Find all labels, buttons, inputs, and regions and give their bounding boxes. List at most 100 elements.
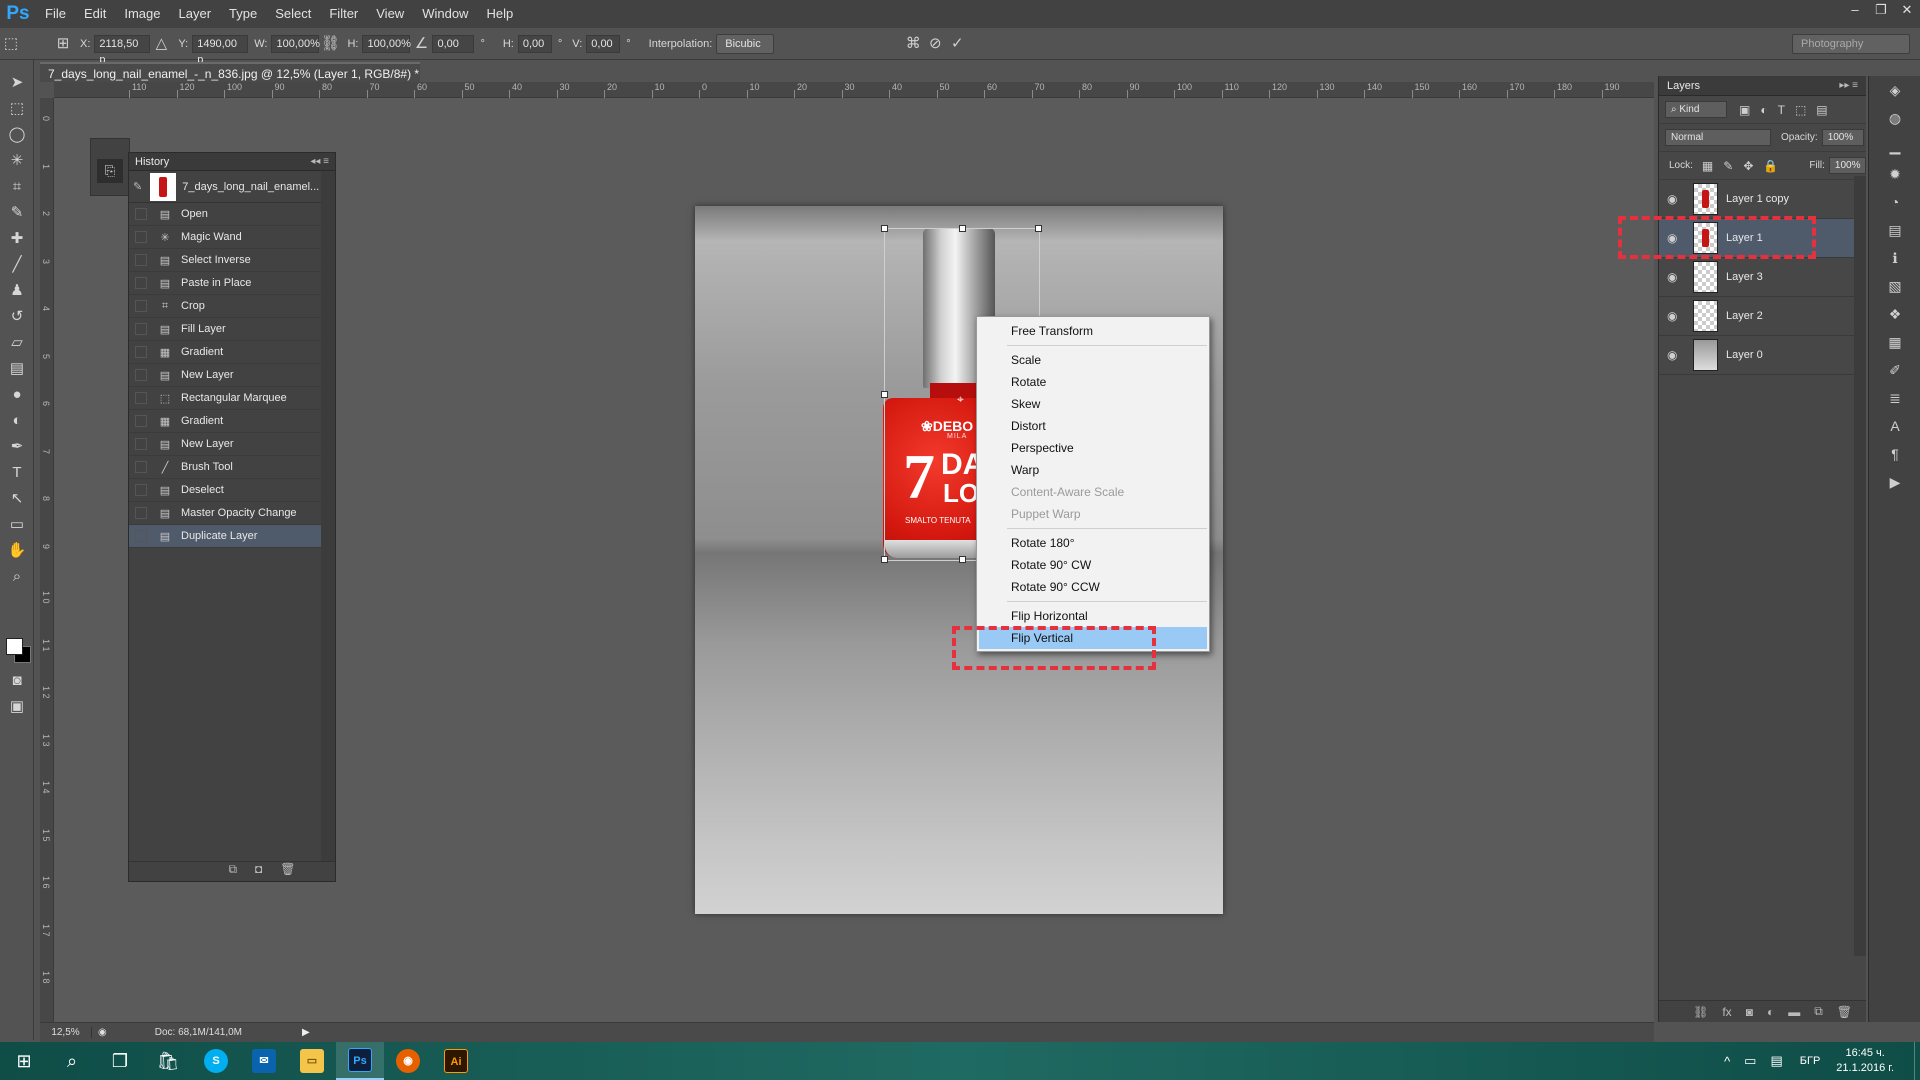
menu-item-warp[interactable]: Warp — [977, 459, 1209, 481]
y-field[interactable]: 1490,00 p — [192, 34, 249, 66]
history-state-row[interactable]: ╱ Brush Tool — [129, 456, 335, 479]
history-state-row[interactable]: ▤ Master Opacity Change — [129, 502, 335, 525]
layer-row[interactable]: ◉ Layer 0 — [1659, 336, 1866, 375]
filter-kind-select[interactable]: ⌕ Kind — [1665, 101, 1727, 118]
new-document-from-state-icon[interactable]: ⧉ — [228, 862, 237, 881]
store-icon[interactable]: 🛍 — [144, 1042, 192, 1080]
menu-select[interactable]: Select — [266, 0, 320, 28]
history-source-checkbox[interactable] — [135, 231, 147, 243]
history-state-row[interactable]: ▤ New Layer — [129, 433, 335, 456]
cancel-transform-icon[interactable]: ⊘ — [924, 33, 946, 55]
x-field[interactable]: 2118,50 p — [94, 34, 151, 66]
timeline-panel-icon[interactable]: ▶ — [1869, 468, 1920, 496]
layer-row[interactable]: ◉ Layer 3 — [1659, 258, 1866, 297]
crop-tool-icon[interactable]: ⌗ — [0, 174, 34, 200]
history-dock-icon[interactable]: ⎘ — [97, 159, 123, 183]
history-source-checkbox[interactable] — [135, 369, 147, 381]
illustrator-taskbar-icon[interactable]: Ai — [432, 1042, 480, 1080]
menu-item-skew[interactable]: Skew — [977, 393, 1209, 415]
marquee-tool-icon[interactable]: ⬚ — [0, 96, 34, 122]
character-panel-icon[interactable]: A — [1869, 412, 1920, 440]
brushes-panel-icon[interactable]: ✐ — [1869, 356, 1920, 384]
foreground-color-swatch[interactable] — [6, 638, 23, 655]
menu-item-perspective[interactable]: Perspective — [977, 437, 1209, 459]
eraser-tool-icon[interactable]: ▱ — [0, 330, 34, 356]
visibility-eye-icon[interactable]: ◉ — [1667, 192, 1689, 206]
fill-field[interactable]: 100% — [1828, 157, 1867, 174]
blur-tool-icon[interactable]: ● — [0, 382, 34, 408]
outlook-taskbar-icon[interactable]: ✉ — [240, 1042, 288, 1080]
filter-shape-icon[interactable]: ⬚ — [1795, 103, 1806, 117]
angle-field[interactable]: 0,00 — [432, 34, 475, 53]
visibility-eye-icon[interactable]: ◉ — [1667, 309, 1689, 323]
menu-help[interactable]: Help — [477, 0, 522, 28]
menu-item-rotate-90-ccw[interactable]: Rotate 90° CCW — [977, 576, 1209, 598]
warp-mode-icon[interactable]: ⌘ — [902, 33, 924, 55]
skype-taskbar-icon[interactable]: S — [192, 1042, 240, 1080]
clone-stamp-tool-icon[interactable]: ♟ — [0, 278, 34, 304]
gradient-tool-icon[interactable]: ▤ — [0, 356, 34, 382]
transform-handle-top-left[interactable] — [881, 225, 888, 232]
screen-mode-icon[interactable]: ▣ — [0, 694, 34, 720]
menu-item-scale[interactable]: Scale — [977, 349, 1209, 371]
add-mask-icon[interactable]: ◙ — [1746, 1005, 1753, 1019]
eyedropper-tool-icon[interactable]: ✎ — [0, 200, 34, 226]
history-source-checkbox[interactable] — [135, 461, 147, 473]
menu-file[interactable]: File — [36, 0, 75, 28]
document-tab[interactable]: 7_days_long_nail_enamel_-_n_836.jpg @ 12… — [40, 62, 420, 101]
history-state-row[interactable]: ▤ Fill Layer — [129, 318, 335, 341]
layer-row[interactable]: ◉ Layer 1 copy — [1659, 180, 1866, 219]
transform-handle-top[interactable] — [959, 225, 966, 232]
layers-scrollbar[interactable] — [1854, 176, 1866, 956]
delete-layer-icon[interactable]: 🗑 — [1837, 1005, 1852, 1019]
menu-item-rotate[interactable]: Rotate — [977, 371, 1209, 393]
history-source-checkbox[interactable] — [135, 438, 147, 450]
transform-handle-left[interactable] — [881, 391, 888, 398]
minimize-button[interactable]: – — [1842, 0, 1868, 20]
status-menu-icon[interactable]: ▶ — [302, 1027, 310, 1038]
commit-transform-icon[interactable]: ✓ — [946, 33, 968, 55]
filter-smart-object-icon[interactable]: ▤ — [1816, 103, 1827, 117]
magic-wand-tool-icon[interactable]: ✳ — [0, 148, 34, 174]
transform-handle-bottom[interactable] — [959, 556, 966, 563]
layer-row[interactable]: ◉ Layer 2 — [1659, 297, 1866, 336]
history-brush-tool-icon[interactable]: ↺ — [0, 304, 34, 330]
transform-handle-bottom-left[interactable] — [881, 556, 888, 563]
visibility-eye-icon[interactable]: ◉ — [1667, 348, 1689, 362]
healing-brush-tool-icon[interactable]: ✚ — [0, 226, 34, 252]
network-icon[interactable]: ▭ — [1744, 1053, 1756, 1069]
history-source-checkbox[interactable] — [135, 507, 147, 519]
lock-pixels-icon[interactable]: ✎ — [1723, 159, 1733, 173]
menu-type[interactable]: Type — [220, 0, 266, 28]
explorer-taskbar-icon[interactable]: ▭ — [288, 1042, 336, 1080]
interpolation-select[interactable]: Bicubic — [716, 33, 775, 54]
menu-item-rotate-90-cw[interactable]: Rotate 90° CW — [977, 554, 1209, 576]
show-hidden-icons-icon[interactable]: ^ — [1724, 1054, 1730, 1069]
restore-button[interactable]: ❐ — [1868, 0, 1894, 20]
history-state-row[interactable]: ✳ Magic Wand — [129, 226, 335, 249]
reference-point-icon[interactable]: ⌖ — [957, 392, 964, 407]
notification-icon[interactable]: ▤ — [1770, 1053, 1782, 1069]
menu-layer[interactable]: Layer — [170, 0, 221, 28]
menu-item-free-transform[interactable]: Free Transform — [977, 320, 1209, 342]
zoom-level[interactable]: 12,5% — [40, 1027, 92, 1038]
type-tool-icon[interactable]: T — [0, 460, 34, 486]
styles-panel-icon[interactable]: ❖ — [1869, 300, 1920, 328]
delta-icon[interactable]: △ — [150, 33, 172, 55]
history-state-row[interactable]: ▤ Duplicate Layer — [129, 525, 335, 548]
menu-filter[interactable]: Filter — [320, 0, 367, 28]
tool-presets-panel-icon[interactable]: ≣ — [1869, 384, 1920, 412]
layers-panel-title[interactable]: Layers — [1667, 80, 1700, 92]
layer-name[interactable]: Layer 3 — [1726, 271, 1763, 283]
visibility-eye-icon[interactable]: ◉ — [1667, 270, 1689, 284]
history-state-row[interactable]: ⌗ Crop — [129, 295, 335, 318]
adjustments-panel-icon[interactable]: ◔ — [1869, 188, 1920, 216]
close-window-button[interactable]: ✕ — [1894, 0, 1920, 20]
history-source-checkbox[interactable] — [135, 323, 147, 335]
dodge-tool-icon[interactable]: ◐ — [0, 408, 34, 434]
menu-view[interactable]: View — [367, 0, 413, 28]
new-group-icon[interactable]: ▬ — [1788, 1005, 1800, 1019]
opacity-field[interactable]: 100% — [1821, 129, 1864, 146]
delete-state-icon[interactable]: 🗑 — [280, 862, 295, 881]
status-info-icon[interactable]: ◉ — [98, 1027, 107, 1038]
